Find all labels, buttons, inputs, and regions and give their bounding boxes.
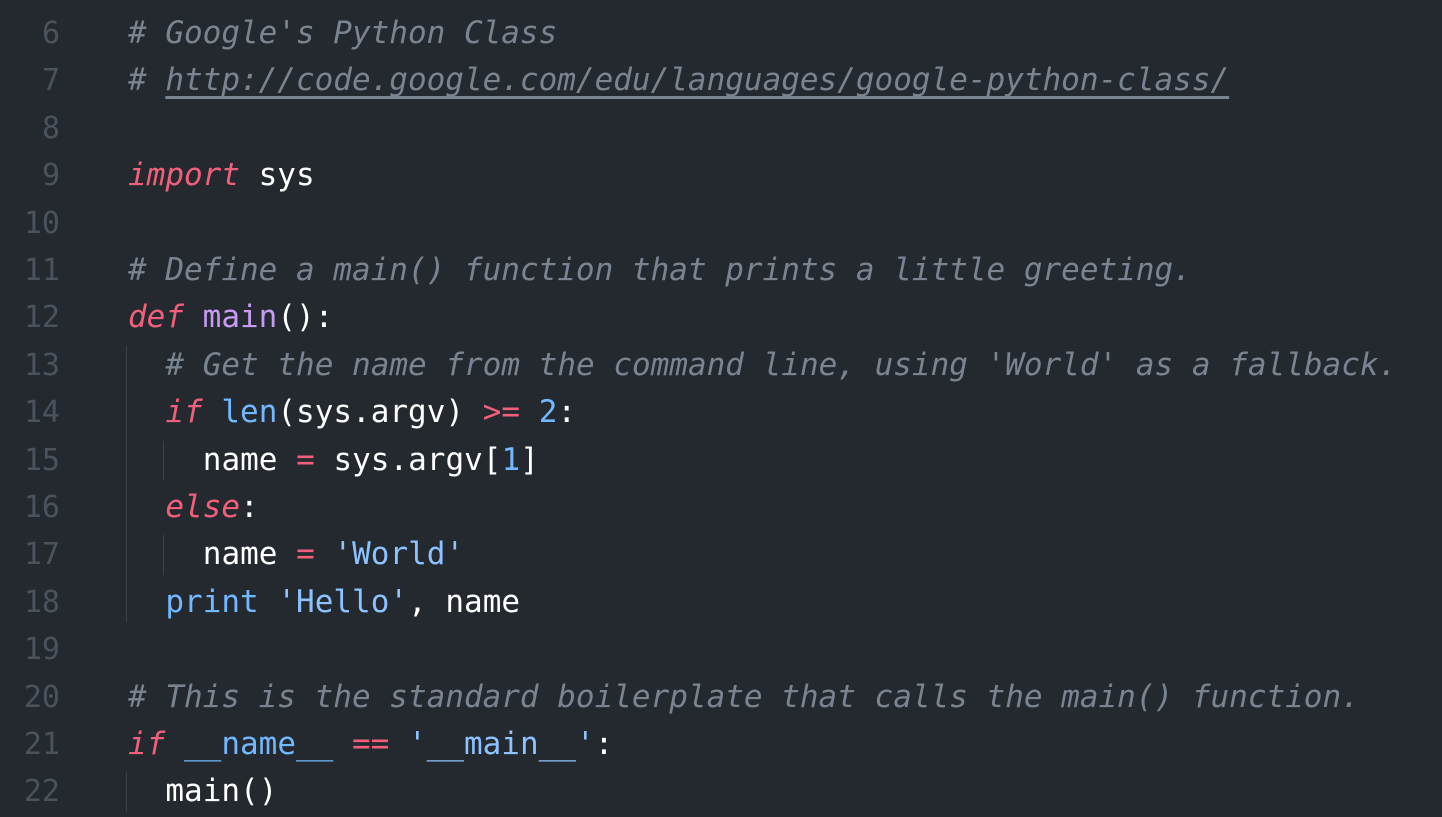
- line-number: 19: [23, 632, 60, 668]
- code-token: main(): [165, 773, 278, 810]
- code-token: sys: [239, 157, 315, 194]
- code-line[interactable]: 15 name = sys.argv[1]: [0, 437, 1442, 484]
- code-content[interactable]: # http://code.google.com/edu/languages/g…: [128, 57, 1229, 104]
- code-content[interactable]: main(): [165, 768, 277, 815]
- code-content[interactable]: import sys: [128, 152, 315, 199]
- code-token: __name__: [184, 726, 334, 762]
- line-number: 22: [23, 774, 60, 810]
- code-line[interactable]: 10: [0, 200, 1442, 247]
- line-number: 7: [41, 63, 60, 99]
- code-line[interactable]: 11 # Define a main() function that prints…: [0, 247, 1442, 294]
- code-token: (sys.argv): [277, 394, 483, 431]
- line-number: 12: [23, 300, 60, 336]
- code-token: if: [165, 394, 203, 431]
- code-token: if: [128, 726, 166, 762]
- code-content[interactable]: if len(sys.argv) >= 2:: [165, 389, 576, 436]
- code-token: >=: [482, 394, 521, 431]
- code-line[interactable]: 6 # Google's Python Class: [0, 10, 1442, 57]
- line-number: 6: [41, 16, 60, 51]
- code-token: else: [165, 489, 241, 525]
- line-number: 20: [23, 679, 60, 715]
- code-token: print: [165, 583, 259, 620]
- line-number: 9: [41, 158, 60, 194]
- code-token: # Google's Python Class: [128, 15, 558, 51]
- code-token: :: [594, 726, 614, 762]
- code-token: def: [128, 299, 184, 336]
- code-line[interactable]: 14 if len(sys.argv) >= 2:: [0, 389, 1442, 436]
- code-token: '__main__': [407, 726, 595, 762]
- code-token: 'Hello': [277, 583, 409, 620]
- code-content[interactable]: # Define a main() function that prints a…: [128, 247, 1192, 294]
- line-number: 21: [23, 727, 60, 762]
- code-token: =: [296, 441, 315, 478]
- code-content[interactable]: if __name__ == '__main__':: [128, 721, 613, 768]
- line-number: 10: [23, 205, 60, 241]
- code-token: sys.argv[: [314, 441, 502, 478]
- line-number: 13: [23, 347, 60, 383]
- code-content[interactable]: print 'Hello', name: [165, 579, 520, 626]
- code-line[interactable]: 8: [0, 105, 1442, 152]
- code-token: import: [128, 157, 240, 194]
- line-number: 18: [23, 584, 60, 620]
- code-token: 1: [501, 441, 521, 478]
- code-line[interactable]: 12 def main():: [0, 294, 1442, 341]
- code-token: http://code.google.com/edu/languages/goo…: [165, 62, 1230, 99]
- code-line[interactable]: 13 # Get the name from the command line, …: [0, 342, 1442, 389]
- code-line[interactable]: 7 # http://code.google.com/edu/languages/…: [0, 57, 1442, 104]
- code-token: #: [128, 62, 166, 99]
- code-token: ]: [520, 441, 539, 478]
- code-token: , name: [408, 583, 521, 620]
- line-number: 14: [23, 395, 60, 431]
- code-token: 'World': [333, 536, 465, 573]
- code-content[interactable]: # Google's Python Class: [128, 10, 557, 57]
- code-content[interactable]: name = 'World': [203, 531, 464, 578]
- code-token: :: [240, 489, 259, 525]
- code-line[interactable]: 18 print 'Hello', name: [0, 579, 1442, 626]
- code-line[interactable]: 19: [0, 626, 1442, 673]
- code-line[interactable]: 21 if __name__ == '__main__':: [0, 721, 1442, 768]
- code-token: ():: [277, 299, 334, 336]
- code-line[interactable]: 22 main(): [0, 768, 1442, 815]
- code-token: ==: [351, 726, 390, 762]
- line-number: 8: [41, 110, 60, 146]
- code-content[interactable]: else:: [165, 484, 258, 531]
- code-token: len: [221, 394, 278, 431]
- line-number: 17: [23, 537, 60, 573]
- code-content[interactable]: # This is the standard boilerplate that …: [128, 674, 1360, 721]
- line-number: 16: [23, 490, 60, 525]
- code-token: :: [557, 394, 577, 431]
- line-number: 11: [23, 253, 60, 288]
- code-token: name: [202, 536, 297, 573]
- code-line[interactable]: 20 # This is the standard boilerplate tha…: [0, 674, 1442, 721]
- code-content[interactable]: name = sys.argv[1]: [203, 437, 539, 484]
- code-token: # This is the standard boilerplate that …: [128, 678, 1360, 715]
- code-token: main: [202, 299, 278, 336]
- code-token: # Define a main() function that prints a…: [128, 252, 1192, 288]
- code-token: name: [202, 441, 297, 478]
- line-number: 15: [23, 442, 60, 478]
- code-line[interactable]: 16 else:: [0, 484, 1442, 531]
- code-line[interactable]: 17 name = 'World': [0, 531, 1442, 578]
- code-content[interactable]: # Get the name from the command line, us…: [165, 342, 1397, 389]
- code-content[interactable]: def main():: [128, 294, 333, 341]
- code-editor[interactable]: 6 # Google's Python Class 7 # http://code.g…: [0, 0, 1442, 817]
- code-token: =: [296, 536, 315, 573]
- code-token: 2: [538, 394, 558, 431]
- code-token: # Get the name from the command line, us…: [165, 346, 1398, 383]
- code-line[interactable]: 9 import sys: [0, 152, 1442, 199]
